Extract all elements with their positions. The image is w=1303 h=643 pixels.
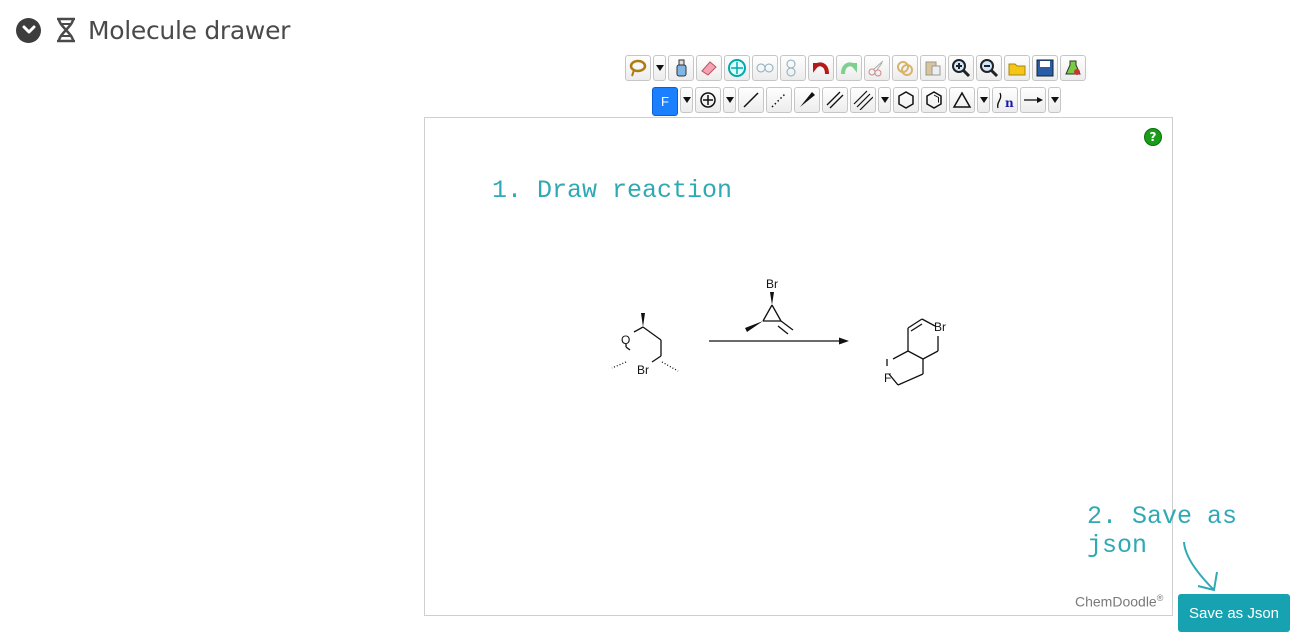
charge-dropdown[interactable] [723,87,736,113]
paste-icon [925,61,941,76]
toolbar-row-2: F n [652,87,1063,116]
collapse-button[interactable] [16,17,41,43]
atom-dropdown[interactable] [680,87,693,113]
paste-button[interactable] [920,55,946,81]
redo-button[interactable] [836,55,862,81]
arrow-tool-button[interactable] [1020,87,1046,113]
credit-text: ChemDoodle [1075,593,1157,610]
reaction-arrow [709,337,849,345]
copy-icon [897,61,913,76]
triangle-icon [952,91,972,108]
atom-label: F [661,94,669,109]
plus-circle-icon [700,92,716,108]
benzene-ring-button[interactable] [921,87,947,113]
hand-drawn-arrow-icon [1183,541,1218,592]
ring-dropdown[interactable] [977,87,990,113]
undo-icon [813,62,829,75]
registered-mark: ® [1156,593,1164,603]
flask-settings-icon [1065,60,1081,75]
reaction-arrow-icon [1024,97,1043,103]
bond-dropdown[interactable] [878,87,891,113]
product-atom-f: F [884,371,891,385]
center-icon [728,59,746,77]
flip-horizontal-icon [756,63,774,73]
lasso-dropdown[interactable] [653,55,666,81]
lasso-tool-button[interactable] [625,55,651,81]
reagent-atom-br: Br [766,277,778,291]
double-bond-icon [826,91,844,109]
triple-bond-button[interactable] [850,87,876,113]
flip-vertical-button[interactable] [780,55,806,81]
flip-horizontal-button[interactable] [752,55,778,81]
spray-bottle-icon [676,59,687,77]
svg-text:n: n [1005,96,1014,110]
redo-icon [841,62,857,75]
dna-hourglass-icon [54,17,78,43]
chain-button[interactable]: n [992,87,1018,113]
triangle-ring-button[interactable] [949,87,975,113]
scissors-icon [868,60,884,77]
settings-button[interactable] [1060,55,1086,81]
eraser-icon [701,61,717,76]
product-molecule [886,318,939,386]
hexagon-ring-button[interactable] [893,87,919,113]
eraser-button[interactable] [696,55,722,81]
save-as-json-button[interactable]: Save as Json [1178,594,1290,632]
flip-vertical-icon [786,59,796,77]
wedge-bond-icon [800,92,815,107]
product-atom-br: Br [934,320,946,334]
chevron-down-icon [22,25,35,34]
chemdoodle-credit: ChemDoodle® [1075,593,1163,610]
charge-button[interactable] [695,87,721,113]
cut-button[interactable] [864,55,890,81]
single-bond-icon [743,92,759,108]
dashed-bond-icon [771,92,787,108]
lasso-icon [629,59,647,77]
toolbar-row-1 [625,55,1088,81]
zoom-out-icon [980,59,999,78]
double-bond-button[interactable] [822,87,848,113]
open-button[interactable] [1004,55,1030,81]
atom-label-button[interactable]: F [652,87,678,116]
section-header: Molecule drawer [16,14,290,46]
floppy-disk-icon [1036,59,1054,77]
center-button[interactable] [724,55,750,81]
reactant-atom-o: O [621,333,630,347]
reaction-drawing[interactable]: O Br Br Br F [425,118,1174,617]
copy-button[interactable] [892,55,918,81]
folder-icon [1008,63,1026,76]
zoom-out-button[interactable] [976,55,1002,81]
clear-button[interactable] [668,55,694,81]
triple-bond-icon [853,90,873,110]
wedge-bond-button[interactable] [794,87,820,113]
dashed-bond-button[interactable] [766,87,792,113]
single-bond-button[interactable] [738,87,764,113]
drawing-canvas[interactable]: ? 1. Draw reaction O Br Br Br F ChemDood… [424,117,1173,616]
reagent-molecule [745,292,794,335]
hexagon-icon [898,91,914,109]
arrow-dropdown[interactable] [1048,87,1061,113]
benzene-icon [926,91,942,109]
save-file-button[interactable] [1032,55,1058,81]
zoom-in-button[interactable] [948,55,974,81]
reactant-atom-br: Br [637,363,649,377]
undo-button[interactable] [808,55,834,81]
chain-n-icon: n [996,92,1014,110]
zoom-in-icon [952,59,971,78]
page-title: Molecule drawer [88,15,291,45]
